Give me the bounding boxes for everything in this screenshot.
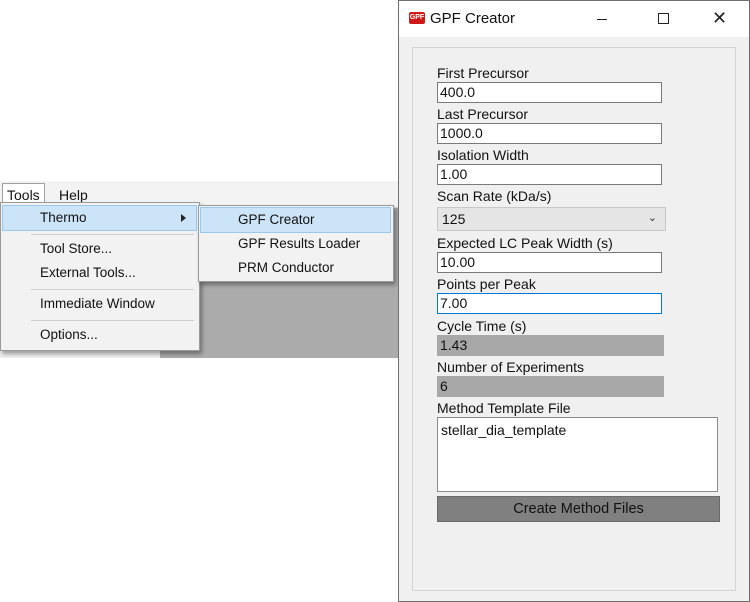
menu-item-label: Immediate Window (40, 296, 155, 311)
method-template-textarea[interactable]: stellar_dia_template (437, 417, 718, 492)
isolation-width-input[interactable] (437, 164, 662, 185)
menu-separator (31, 289, 194, 290)
app-logo-icon: GPF (409, 12, 425, 24)
menu-item-immediate-window[interactable]: Immediate Window (3, 292, 196, 316)
menu-item-label: Options... (40, 327, 98, 342)
last-precursor-input[interactable] (437, 123, 662, 144)
menu-separator (31, 320, 194, 321)
lc-peak-width-input[interactable] (437, 252, 662, 273)
minimize-button[interactable] (579, 5, 625, 33)
menu-item-tool-store[interactable]: Tool Store... (3, 237, 196, 261)
menu-item-gpf-results-loader[interactable]: GPF Results Loader (201, 232, 390, 256)
scan-rate-value: 125 (442, 211, 466, 227)
points-per-peak-input[interactable] (437, 293, 662, 314)
cycle-time-value: 1.43 (437, 335, 664, 356)
menu-item-label: Tool Store... (40, 241, 113, 256)
method-template-label: Method Template File (437, 400, 571, 416)
menu-item-label: GPF Creator (238, 212, 315, 227)
first-precursor-input[interactable] (437, 82, 662, 103)
chevron-down-icon: ⌄ (647, 212, 657, 224)
menu-item-gpf-creator[interactable]: GPF Creator (200, 207, 391, 233)
menu-item-label: Thermo (40, 210, 87, 225)
submenu-arrow-icon (181, 214, 186, 222)
close-button[interactable]: ✕ (698, 5, 744, 33)
maximize-button[interactable] (640, 5, 686, 33)
maximize-icon (658, 13, 669, 24)
num-experiments-value: 6 (437, 376, 664, 397)
points-per-peak-label: Points per Peak (437, 276, 536, 292)
menu-item-external-tools[interactable]: External Tools... (3, 261, 196, 285)
menu-item-prm-conductor[interactable]: PRM Conductor (201, 256, 390, 280)
num-experiments-label: Number of Experiments (437, 359, 585, 375)
last-precursor-label: Last Precursor (437, 106, 529, 122)
menu-item-label: GPF Results Loader (238, 236, 361, 251)
window-title: GPF Creator (430, 10, 516, 27)
minimize-icon (597, 19, 607, 20)
isolation-width-label: Isolation Width (437, 147, 529, 163)
create-method-files-button[interactable]: Create Method Files (437, 496, 720, 522)
menu-item-options[interactable]: Options... (3, 323, 196, 347)
thermo-submenu: GPF Creator GPF Results Loader PRM Condu… (198, 205, 394, 282)
close-icon: ✕ (712, 8, 728, 28)
lc-peak-width-label: Expected LC Peak Width (s) (437, 235, 613, 251)
menu-item-label: External Tools... (40, 265, 136, 280)
tools-dropdown-menu: Thermo Tool Store... External Tools... I… (0, 202, 200, 351)
first-precursor-label: First Precursor (437, 65, 529, 81)
menu-item-label: PRM Conductor (238, 260, 335, 275)
scan-rate-label: Scan Rate (kDa/s) (437, 188, 552, 204)
scan-rate-dropdown[interactable]: 125 ⌄ (437, 207, 666, 231)
form-panel: First Precursor Last Precursor Isolation… (412, 47, 736, 591)
gpf-creator-window: GPF GPF Creator ✕ First Precursor Last P… (398, 0, 750, 602)
title-bar[interactable]: GPF GPF Creator ✕ (399, 1, 749, 37)
cycle-time-label: Cycle Time (s) (437, 318, 527, 334)
menu-separator (31, 234, 194, 235)
menu-item-thermo[interactable]: Thermo (2, 205, 197, 231)
